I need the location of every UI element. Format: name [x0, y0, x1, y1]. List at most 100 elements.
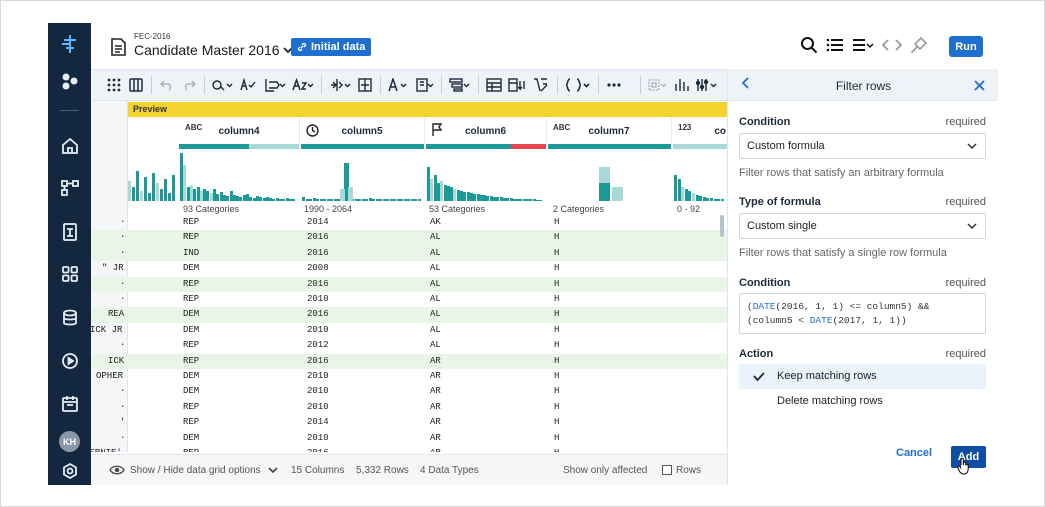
formula-type-select[interactable]: Custom single	[739, 213, 986, 239]
table-row[interactable]: ' REP 2014 AR H	[91, 415, 727, 430]
table-cell[interactable]: DEM	[183, 386, 199, 396]
column-header-column5[interactable]: column5	[300, 118, 425, 144]
table-cell[interactable]: AR	[430, 356, 441, 366]
table-cell[interactable]: 2016	[307, 232, 329, 242]
histogram-bar[interactable]	[599, 183, 610, 201]
table-cell[interactable]: DEM	[183, 433, 199, 443]
histogram-bar[interactable]	[156, 183, 159, 201]
list-icon[interactable]	[826, 36, 844, 54]
recipe-title-dropdown[interactable]: Candidate Master 2016	[134, 42, 293, 58]
vertical-scrollbar[interactable]	[720, 215, 724, 237]
histogram-bar[interactable]	[713, 199, 717, 201]
table-cell[interactable]: 2010	[307, 325, 329, 335]
table-cell[interactable]: ·	[120, 433, 125, 443]
table-cell[interactable]: REP	[183, 417, 199, 427]
table-cell[interactable]: AR	[430, 417, 441, 427]
table-row[interactable]: BERNIE' REP 2016 AR H	[91, 446, 727, 452]
select-icon[interactable]	[646, 74, 670, 96]
histogram-bar[interactable]	[688, 191, 692, 201]
filter-rows-icon[interactable]	[447, 74, 473, 96]
table-cell[interactable]: 2008	[307, 263, 329, 273]
sort-icon[interactable]	[530, 74, 552, 96]
table-cell[interactable]: H	[554, 402, 559, 412]
plugin-icon[interactable]	[910, 36, 928, 54]
table-cell[interactable]: 2016	[307, 248, 329, 258]
nested-icon[interactable]	[563, 74, 593, 96]
grid-options-toggle[interactable]: Show / Hide data grid options	[130, 465, 261, 476]
table-cell[interactable]: H	[554, 279, 559, 289]
table-cell[interactable]: H	[554, 263, 559, 273]
table-cell[interactable]: OPHER	[96, 371, 123, 381]
table-cell[interactable]: H	[554, 309, 559, 319]
table-row[interactable]: · REP 2010 AL H	[91, 292, 727, 307]
data-quality-bar[interactable]	[511, 144, 546, 149]
transform-icon[interactable]	[59, 221, 80, 242]
table-cell[interactable]: " JR	[102, 263, 124, 273]
data-quality-bar[interactable]	[301, 144, 424, 149]
home-icon[interactable]	[59, 135, 80, 156]
flow-icon[interactable]	[59, 177, 80, 198]
text-transform-icon[interactable]	[290, 74, 316, 96]
table-cell[interactable]: H	[554, 232, 559, 242]
table-cell[interactable]: H	[554, 433, 559, 443]
table-cell[interactable]: H	[554, 340, 559, 350]
table-row[interactable]: ICK REP 2016 AR H	[91, 353, 727, 369]
play-icon[interactable]	[59, 350, 80, 371]
table-row[interactable]: · REP 2010 AR H	[91, 400, 727, 415]
histogram-column3[interactable]	[128, 151, 178, 201]
table-cell[interactable]: 2016	[307, 279, 329, 289]
data-quality-bar[interactable]	[179, 144, 249, 149]
table-cell[interactable]: REP	[183, 448, 199, 452]
change-type-icon[interactable]	[210, 74, 236, 96]
table-cell[interactable]: ·	[120, 386, 125, 396]
table-cell[interactable]: H	[554, 386, 559, 396]
table-cell[interactable]: AL	[430, 279, 441, 289]
table-cell[interactable]: 2010	[307, 294, 329, 304]
data-quality-bar[interactable]	[426, 144, 511, 149]
column-header-column6[interactable]: column6	[425, 118, 547, 144]
table-cell[interactable]: 2016	[307, 448, 329, 452]
search-icon[interactable]	[800, 36, 818, 54]
settings-icon[interactable]	[59, 460, 80, 481]
table-row[interactable]: OPHER DEM 2010 AR H	[91, 369, 727, 384]
column-header-column8[interactable]: 123 co	[672, 118, 727, 144]
histogram-bar[interactable]	[699, 196, 703, 201]
histogram-bar[interactable]	[132, 187, 135, 201]
table-row[interactable]: · IND 2016 AL H	[91, 245, 727, 262]
histogram-bar[interactable]	[720, 199, 724, 201]
table-row[interactable]: " JR DEM 2008 AL H	[91, 261, 727, 276]
table-cell[interactable]: ·	[120, 340, 125, 350]
table-cell[interactable]: 2010	[307, 371, 329, 381]
table-cell[interactable]: AL	[430, 294, 441, 304]
histogram-bar[interactable]	[148, 193, 151, 201]
table-cell[interactable]: ·	[120, 279, 125, 289]
table-cell[interactable]: AR	[430, 433, 441, 443]
histogram-bar[interactable]	[168, 193, 171, 201]
table-cell[interactable]: DEM	[183, 371, 199, 381]
table-cell[interactable]: REP	[183, 232, 199, 242]
run-button[interactable]: Run	[949, 36, 983, 57]
table-cell[interactable]: 2010	[307, 402, 329, 412]
steps-list-icon[interactable]	[852, 36, 874, 54]
column-settings-icon[interactable]	[694, 74, 720, 96]
table-cell[interactable]: 2016	[307, 309, 329, 319]
schedule-icon[interactable]	[59, 393, 80, 414]
table-cell[interactable]: '	[120, 417, 125, 427]
undo-icon[interactable]	[157, 74, 177, 96]
histogram-bar[interactable]	[717, 199, 721, 201]
aggregate-icon[interactable]	[484, 74, 504, 96]
table-cell[interactable]: H	[554, 417, 559, 427]
data-quality-bar[interactable]	[249, 144, 299, 149]
table-cell[interactable]: H	[554, 248, 559, 258]
table-row[interactable]: · REP 2016 AL H	[91, 276, 727, 292]
column-stats-icon[interactable]	[672, 74, 692, 96]
table-cell[interactable]: REP	[183, 340, 199, 350]
table-cell[interactable]: AK	[430, 217, 441, 227]
table-cell[interactable]: IND	[183, 248, 199, 258]
histogram-column5[interactable]	[302, 151, 422, 201]
table-cell[interactable]: REP	[183, 279, 199, 289]
table-cell[interactable]: 2012	[307, 340, 329, 350]
histogram-bar[interactable]	[160, 189, 163, 201]
table-cell[interactable]: ICK JR	[91, 325, 122, 335]
table-row[interactable]: REA DEM 2016 AL H	[91, 307, 727, 323]
